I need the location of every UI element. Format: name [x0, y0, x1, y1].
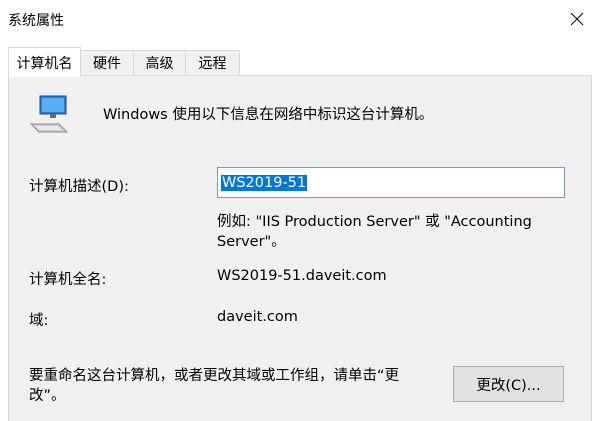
- tab-computer-name[interactable]: 计算机名: [8, 47, 81, 77]
- example-line-2: Server"。: [217, 234, 286, 250]
- rename-line-2: 改”。: [29, 388, 66, 404]
- computer-description-input[interactable]: WS2019-51: [217, 167, 565, 198]
- window-title: 系统属性: [8, 13, 64, 29]
- tab-bar: 计算机名 硬件 高级 远程: [0, 38, 600, 77]
- tab-advanced[interactable]: 高级: [133, 50, 186, 75]
- change-button[interactable]: 更改(C)...: [453, 366, 564, 402]
- rename-line-1: 要重命名这台计算机，或者更改其域或工作组，请单击“更: [29, 368, 400, 384]
- computer-network-icon: [29, 95, 69, 133]
- full-name-value: WS2019-51.daveit.com: [217, 268, 387, 284]
- close-button[interactable]: [554, 0, 600, 38]
- title-bar: 系统属性: [0, 0, 600, 38]
- rename-instruction: 要重命名这台计算机，或者更改其域或工作组，请单击“更 改”。: [29, 366, 429, 406]
- description-value: WS2019-51: [221, 174, 308, 191]
- example-line-1: 例如: "IIS Production Server" 或 "Accountin…: [217, 214, 532, 230]
- close-icon: [570, 12, 584, 26]
- domain-label: 域:: [29, 313, 49, 329]
- description-label: 计算机描述(D):: [29, 179, 129, 195]
- tab-remote[interactable]: 远程: [185, 50, 240, 75]
- tab-hardware[interactable]: 硬件: [80, 50, 134, 75]
- example-text: 例如: "IIS Production Server" 或 "Accountin…: [217, 212, 577, 252]
- full-name-label: 计算机全名:: [29, 272, 107, 288]
- system-properties-window: 系统属性 计算机名 硬件 高级 远程 Windows 使用以下信息在网络中标识这…: [0, 0, 600, 421]
- domain-value: daveit.com: [217, 309, 298, 325]
- computer-name-panel: Windows 使用以下信息在网络中标识这台计算机。 计算机描述(D): WS2…: [8, 76, 592, 421]
- intro-text: Windows 使用以下信息在网络中标识这台计算机。: [103, 107, 434, 123]
